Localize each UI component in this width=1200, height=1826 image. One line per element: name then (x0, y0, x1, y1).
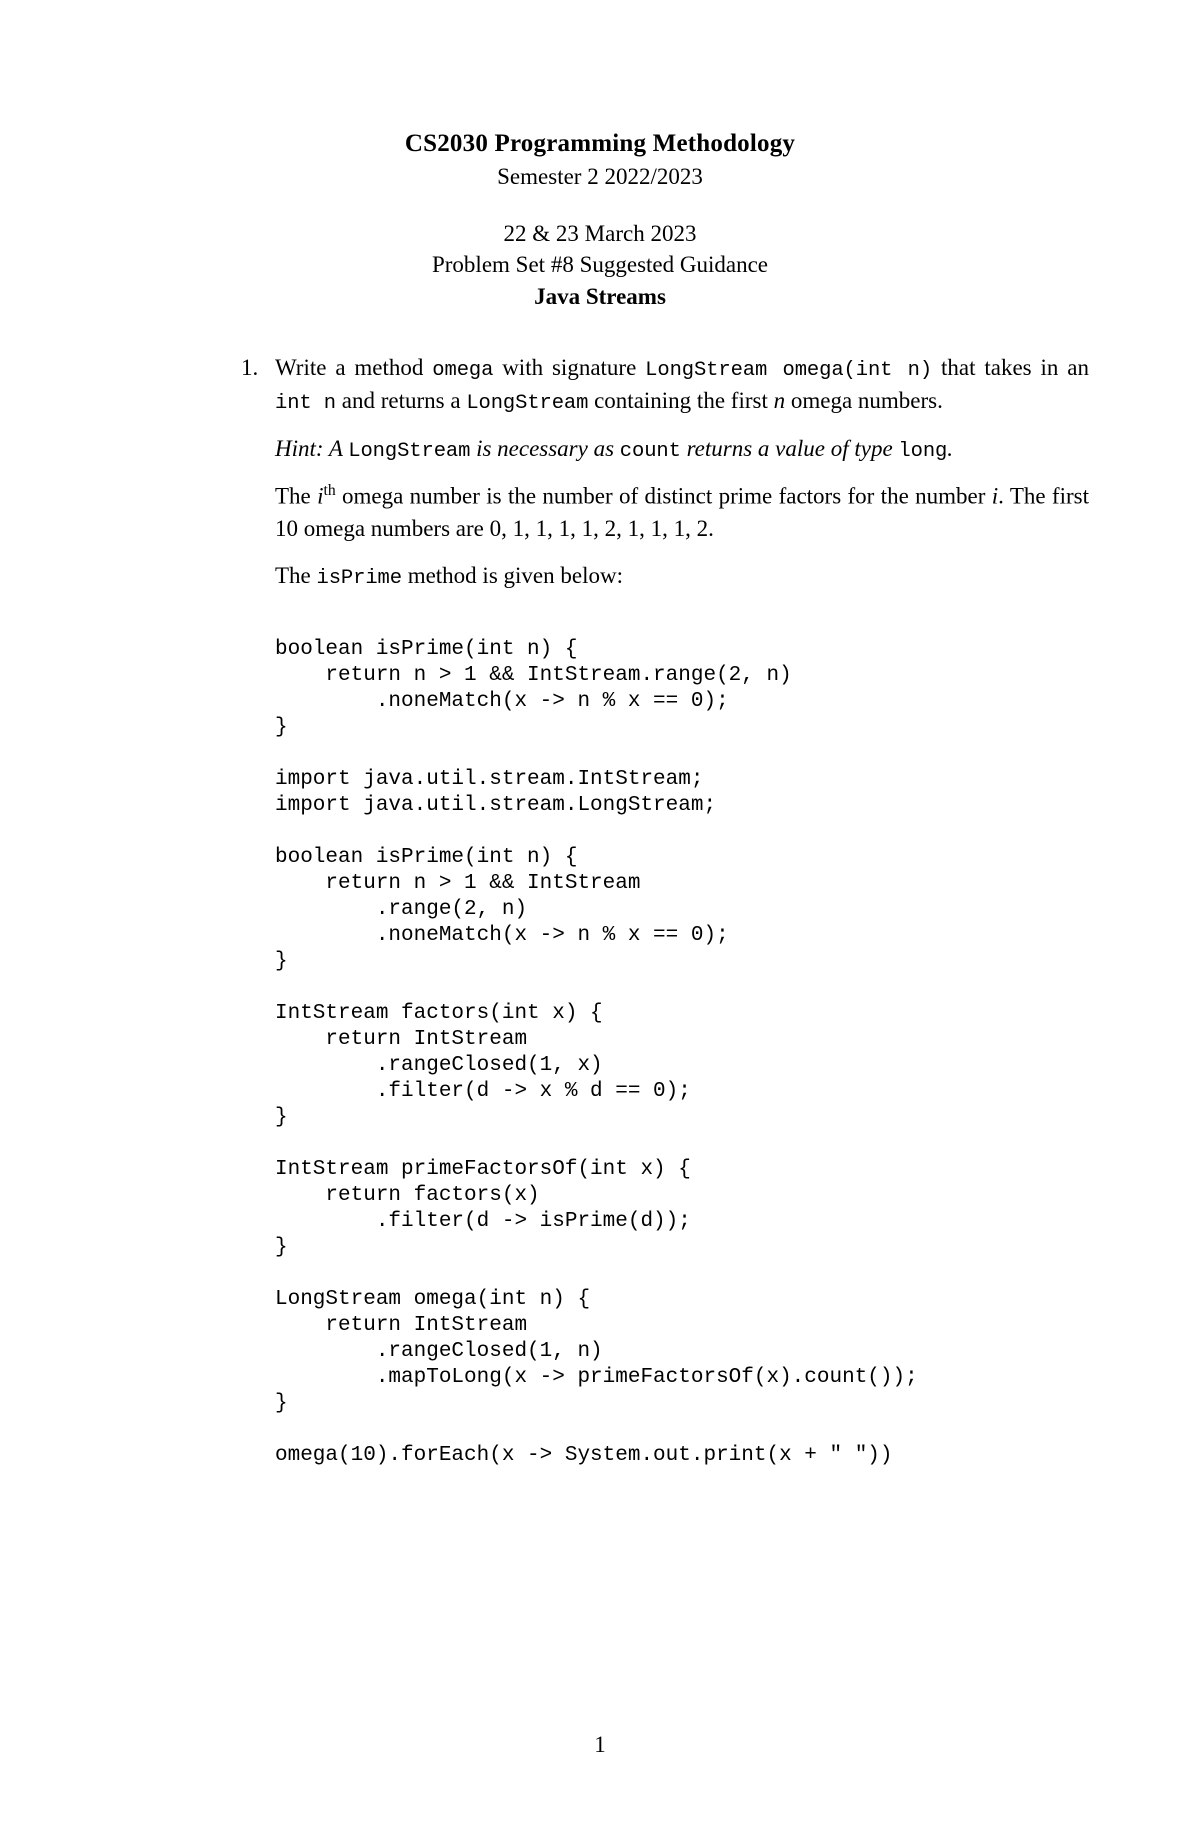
inline-code-signature: LongStream omega(int n) (645, 359, 933, 383)
inline-code-isprime: isPrime (316, 566, 403, 590)
ordinal-suffix: th (323, 481, 336, 499)
page-number: 1 (594, 1732, 606, 1757)
hint-text-2: is necessary as (470, 435, 620, 461)
definition-text-2: omega number is the number of distinct p… (335, 483, 992, 509)
code-block-factors: IntStream factors(int x) { return IntStr… (275, 1002, 691, 1130)
inline-code-intn: int n (275, 392, 337, 416)
code-spacer-6 (275, 1417, 1089, 1443)
code-spacer-3 (275, 975, 1089, 1001)
header-spacer (0, 192, 1200, 218)
code-top-spacer (275, 607, 1089, 637)
code-block-primefactorsof: IntStream primeFactorsOf(int x) { return… (275, 1158, 691, 1260)
hint-code-long: long (898, 439, 948, 463)
problem-statement: Write a method omega with signature Long… (275, 352, 1089, 418)
code-block-imports: import java.util.stream.IntStream; impor… (275, 767, 717, 817)
semester-label: Semester 2 2022/2023 (497, 164, 703, 190)
course-title: CS2030 Programming Methodology (404, 130, 796, 157)
statement-text-1: Write a method (275, 355, 433, 381)
document-header: CS2030 Programming Methodology Semester … (0, 128, 1200, 312)
hint-text-1: A (323, 435, 349, 461)
hint-text-3: returns a value of type (680, 435, 899, 461)
omega-sequence: 0, 1, 1, 1, 1, 2, 1, 1, 1, 2 (489, 515, 709, 541)
code-block-omega: LongStream omega(int n) { return IntStre… (275, 1288, 918, 1416)
hint-label: Hint: (275, 435, 324, 461)
statement-text-4: and returns a (336, 388, 467, 414)
definition-text-1: The (275, 483, 318, 509)
given-text-2: method is given below: (401, 562, 623, 588)
problem-set-title: Problem Set #8 Suggested Guidance (431, 252, 768, 278)
hint-paragraph: Hint: A LongStream is necessary as count… (275, 433, 1089, 466)
definition-text-4: . (708, 515, 714, 541)
document-date: 22 & 23 March 2023 (503, 221, 697, 247)
document-page: CS2030 Programming Methodology Semester … (0, 128, 1200, 1826)
code-spacer-2 (275, 819, 1089, 845)
code-spacer-5 (275, 1261, 1089, 1287)
statement-text-2: with signature (493, 355, 646, 381)
statement-text-5: containing the first (588, 388, 774, 414)
code-spacer-4 (275, 1131, 1089, 1157)
code-spacer-1 (275, 741, 1089, 767)
hint-code-longstream: LongStream (348, 439, 471, 463)
statement-text-6: omega numbers. (785, 388, 943, 414)
inline-code-longstream: LongStream (466, 392, 589, 416)
statement-text-3: that takes in an (932, 355, 1089, 381)
math-var-n: n (773, 388, 786, 414)
document-body: 1. Write a method omega with signature L… (111, 352, 1089, 1469)
problem-item-1: 1. Write a method omega with signature L… (241, 352, 1089, 1469)
topic-title: Java Streams (534, 284, 666, 310)
problem-number: 1. (241, 355, 259, 381)
code-block-isprime-1: boolean isPrime(int n) { return n > 1 &&… (275, 637, 792, 739)
code-block-isprime-2: boolean isPrime(int n) { return n > 1 &&… (275, 845, 729, 973)
omega-definition: The ith omega number is the number of di… (275, 480, 1089, 546)
given-text-1: The (275, 562, 317, 588)
inline-code-omega: omega (432, 359, 494, 383)
hint-text-4: . (947, 435, 953, 461)
code-block-usage: omega(10).forEach(x -> System.out.print(… (275, 1444, 893, 1468)
hint-code-count: count (619, 439, 681, 463)
given-method-paragraph: The isPrime method is given below: (275, 560, 1089, 593)
